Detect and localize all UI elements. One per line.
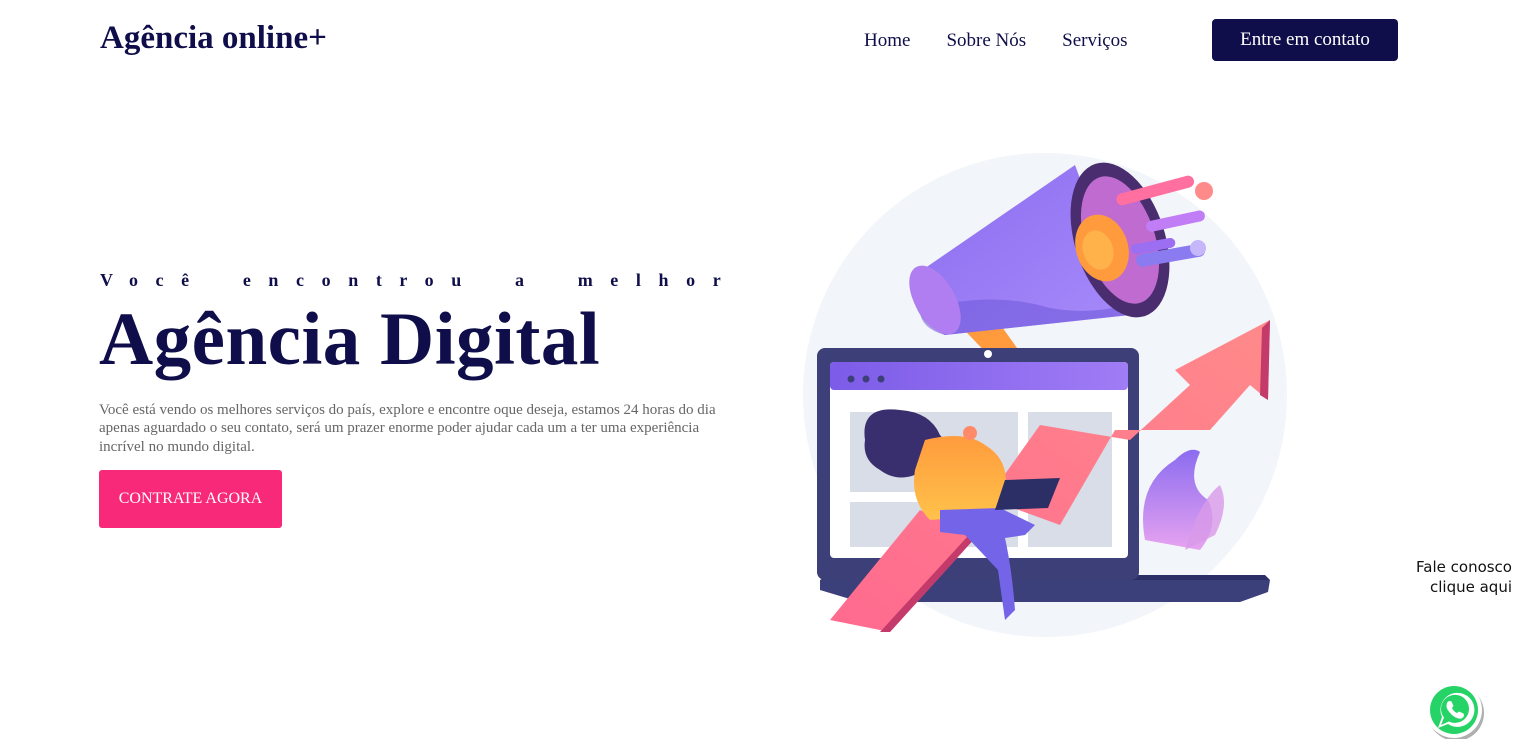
megaphone-laptop-illustration (803, 153, 1287, 637)
hire-now-button[interactable]: CONTRATE AGORA (99, 470, 282, 528)
whatsapp-icon[interactable] (1424, 680, 1486, 739)
contact-prompt-line2: clique aqui (1430, 578, 1512, 596)
nav-services[interactable]: Serviços (1062, 30, 1127, 52)
page: Agência online+ Home Sobre Nós Serviços … (0, 0, 1515, 739)
contact-prompt[interactable]: Fale conosco clique aqui (1416, 557, 1512, 597)
hero-kicker: Você encontrou a melhor (100, 270, 739, 290)
contact-button[interactable]: Entre em contato (1212, 19, 1398, 61)
nav-home[interactable]: Home (864, 30, 910, 52)
contact-prompt-line1: Fale conosco (1416, 558, 1512, 576)
hero-description: Você está vendo os melhores serviços do … (99, 402, 716, 455)
main-nav: Home Sobre Nós Serviços (864, 30, 1128, 52)
logo[interactable]: Agência online+ (100, 20, 327, 57)
hero-title: Agência Digital (99, 298, 601, 381)
nav-about[interactable]: Sobre Nós (946, 30, 1026, 52)
